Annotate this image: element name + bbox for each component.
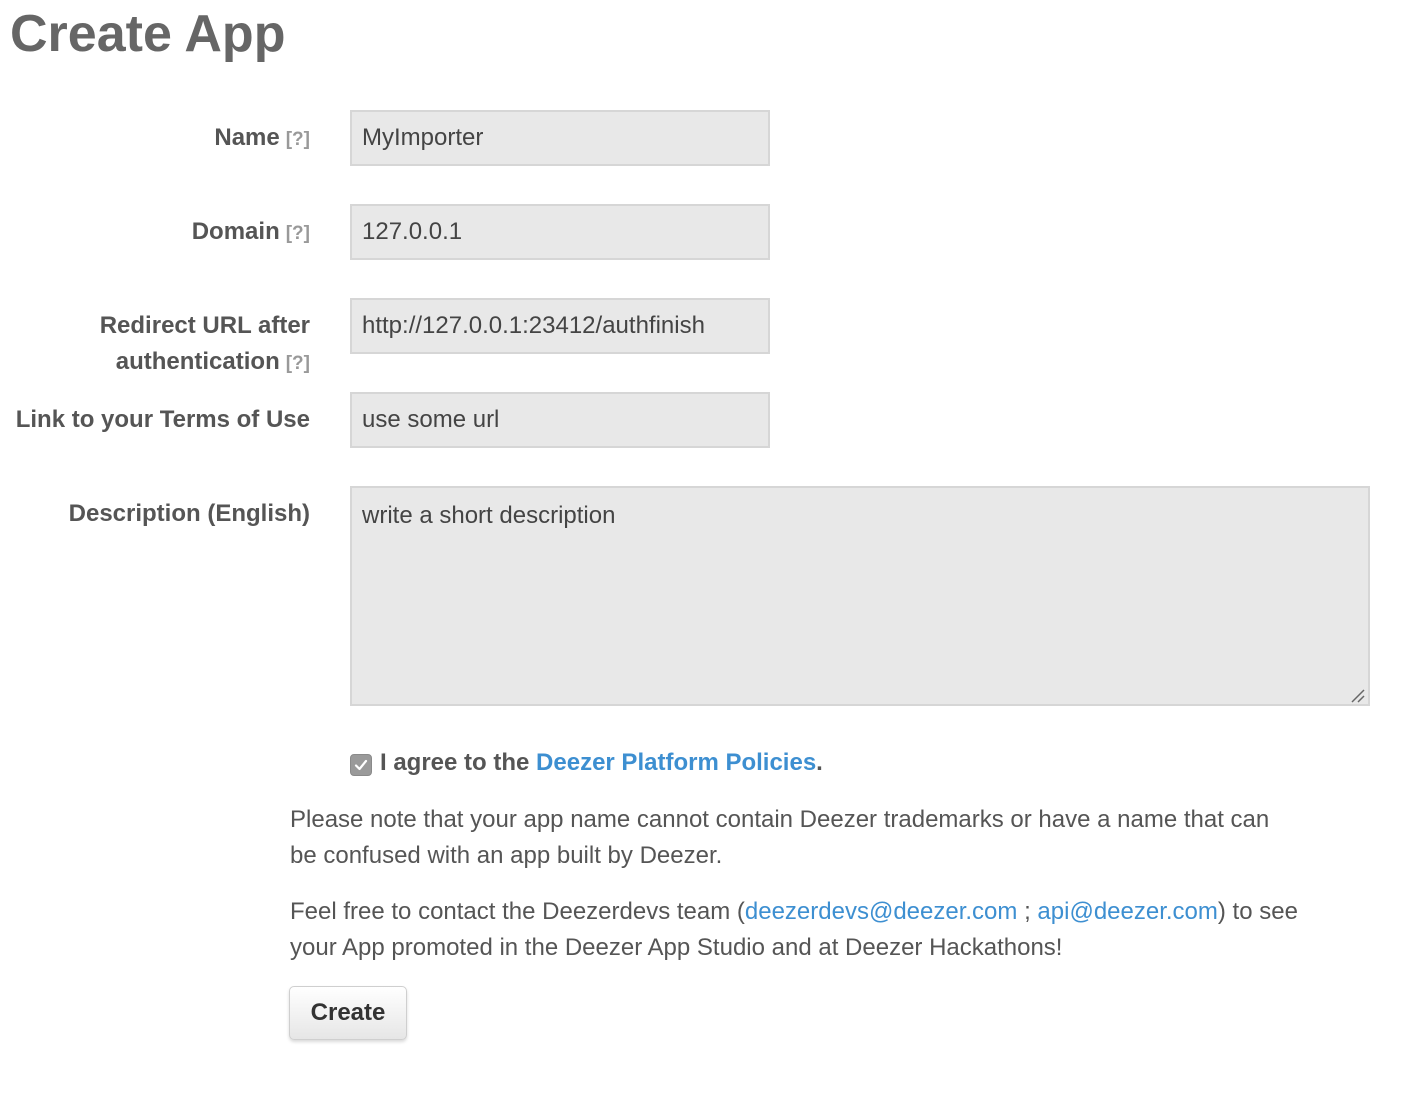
name-input[interactable] bbox=[350, 110, 770, 166]
name-label: Name [?] bbox=[214, 120, 310, 158]
terms-url-input[interactable] bbox=[350, 392, 770, 448]
domain-label: Domain [?] bbox=[192, 214, 310, 252]
domain-label-text: Domain bbox=[191, 218, 280, 245]
terms-label-text: Link to your Terms of Use bbox=[15, 406, 310, 433]
name-help-icon[interactable]: [?] bbox=[286, 129, 310, 150]
checkmark-icon bbox=[354, 759, 368, 771]
trademark-note: Please note that your app name cannot co… bbox=[290, 806, 1270, 869]
redirect-url-help-icon[interactable]: [?] bbox=[286, 353, 310, 374]
create-app-page: Create App Name [?] Domain [?] Redirect UR… bbox=[0, 0, 1408, 1100]
agree-prefix-text: I agree to the bbox=[380, 749, 537, 776]
page-title: Create App bbox=[10, 5, 286, 63]
domain-help-icon[interactable]: [?] bbox=[286, 223, 310, 244]
agree-row: I agree to the Deezer Platform Policies. bbox=[350, 746, 823, 780]
description-label-text: Description (English) bbox=[68, 500, 310, 527]
terms-label: Link to your Terms of Use bbox=[16, 402, 310, 438]
redirect-url-label-line2: authentication bbox=[115, 348, 280, 375]
agree-checkbox[interactable] bbox=[350, 754, 372, 776]
description-textarea[interactable]: write a short description bbox=[350, 486, 1370, 706]
contact-separator-text: ; bbox=[1017, 898, 1038, 925]
create-button[interactable]: Create bbox=[289, 986, 407, 1040]
api-email-link[interactable]: api@deezer.com bbox=[1037, 898, 1217, 925]
description-label: Description (English) bbox=[69, 496, 310, 532]
redirect-url-input[interactable] bbox=[350, 298, 770, 354]
contact-note: Feel free to contact the Deezerdevs team… bbox=[290, 894, 1300, 966]
name-label-text: Name bbox=[214, 124, 280, 151]
platform-policies-link[interactable]: Deezer Platform Policies bbox=[536, 749, 816, 777]
contact-prefix-text: Feel free to contact the Deezerdevs team… bbox=[290, 898, 745, 925]
redirect-url-label-line1: Redirect URL after bbox=[99, 312, 310, 339]
agree-suffix-text: . bbox=[816, 749, 823, 776]
resize-handle-icon[interactable] bbox=[1350, 688, 1366, 704]
deezerdevs-email-link[interactable]: deezerdevs@deezer.com bbox=[745, 898, 1018, 925]
domain-input[interactable] bbox=[350, 204, 770, 260]
redirect-url-label: Redirect URL after authentication [?] bbox=[100, 308, 310, 382]
